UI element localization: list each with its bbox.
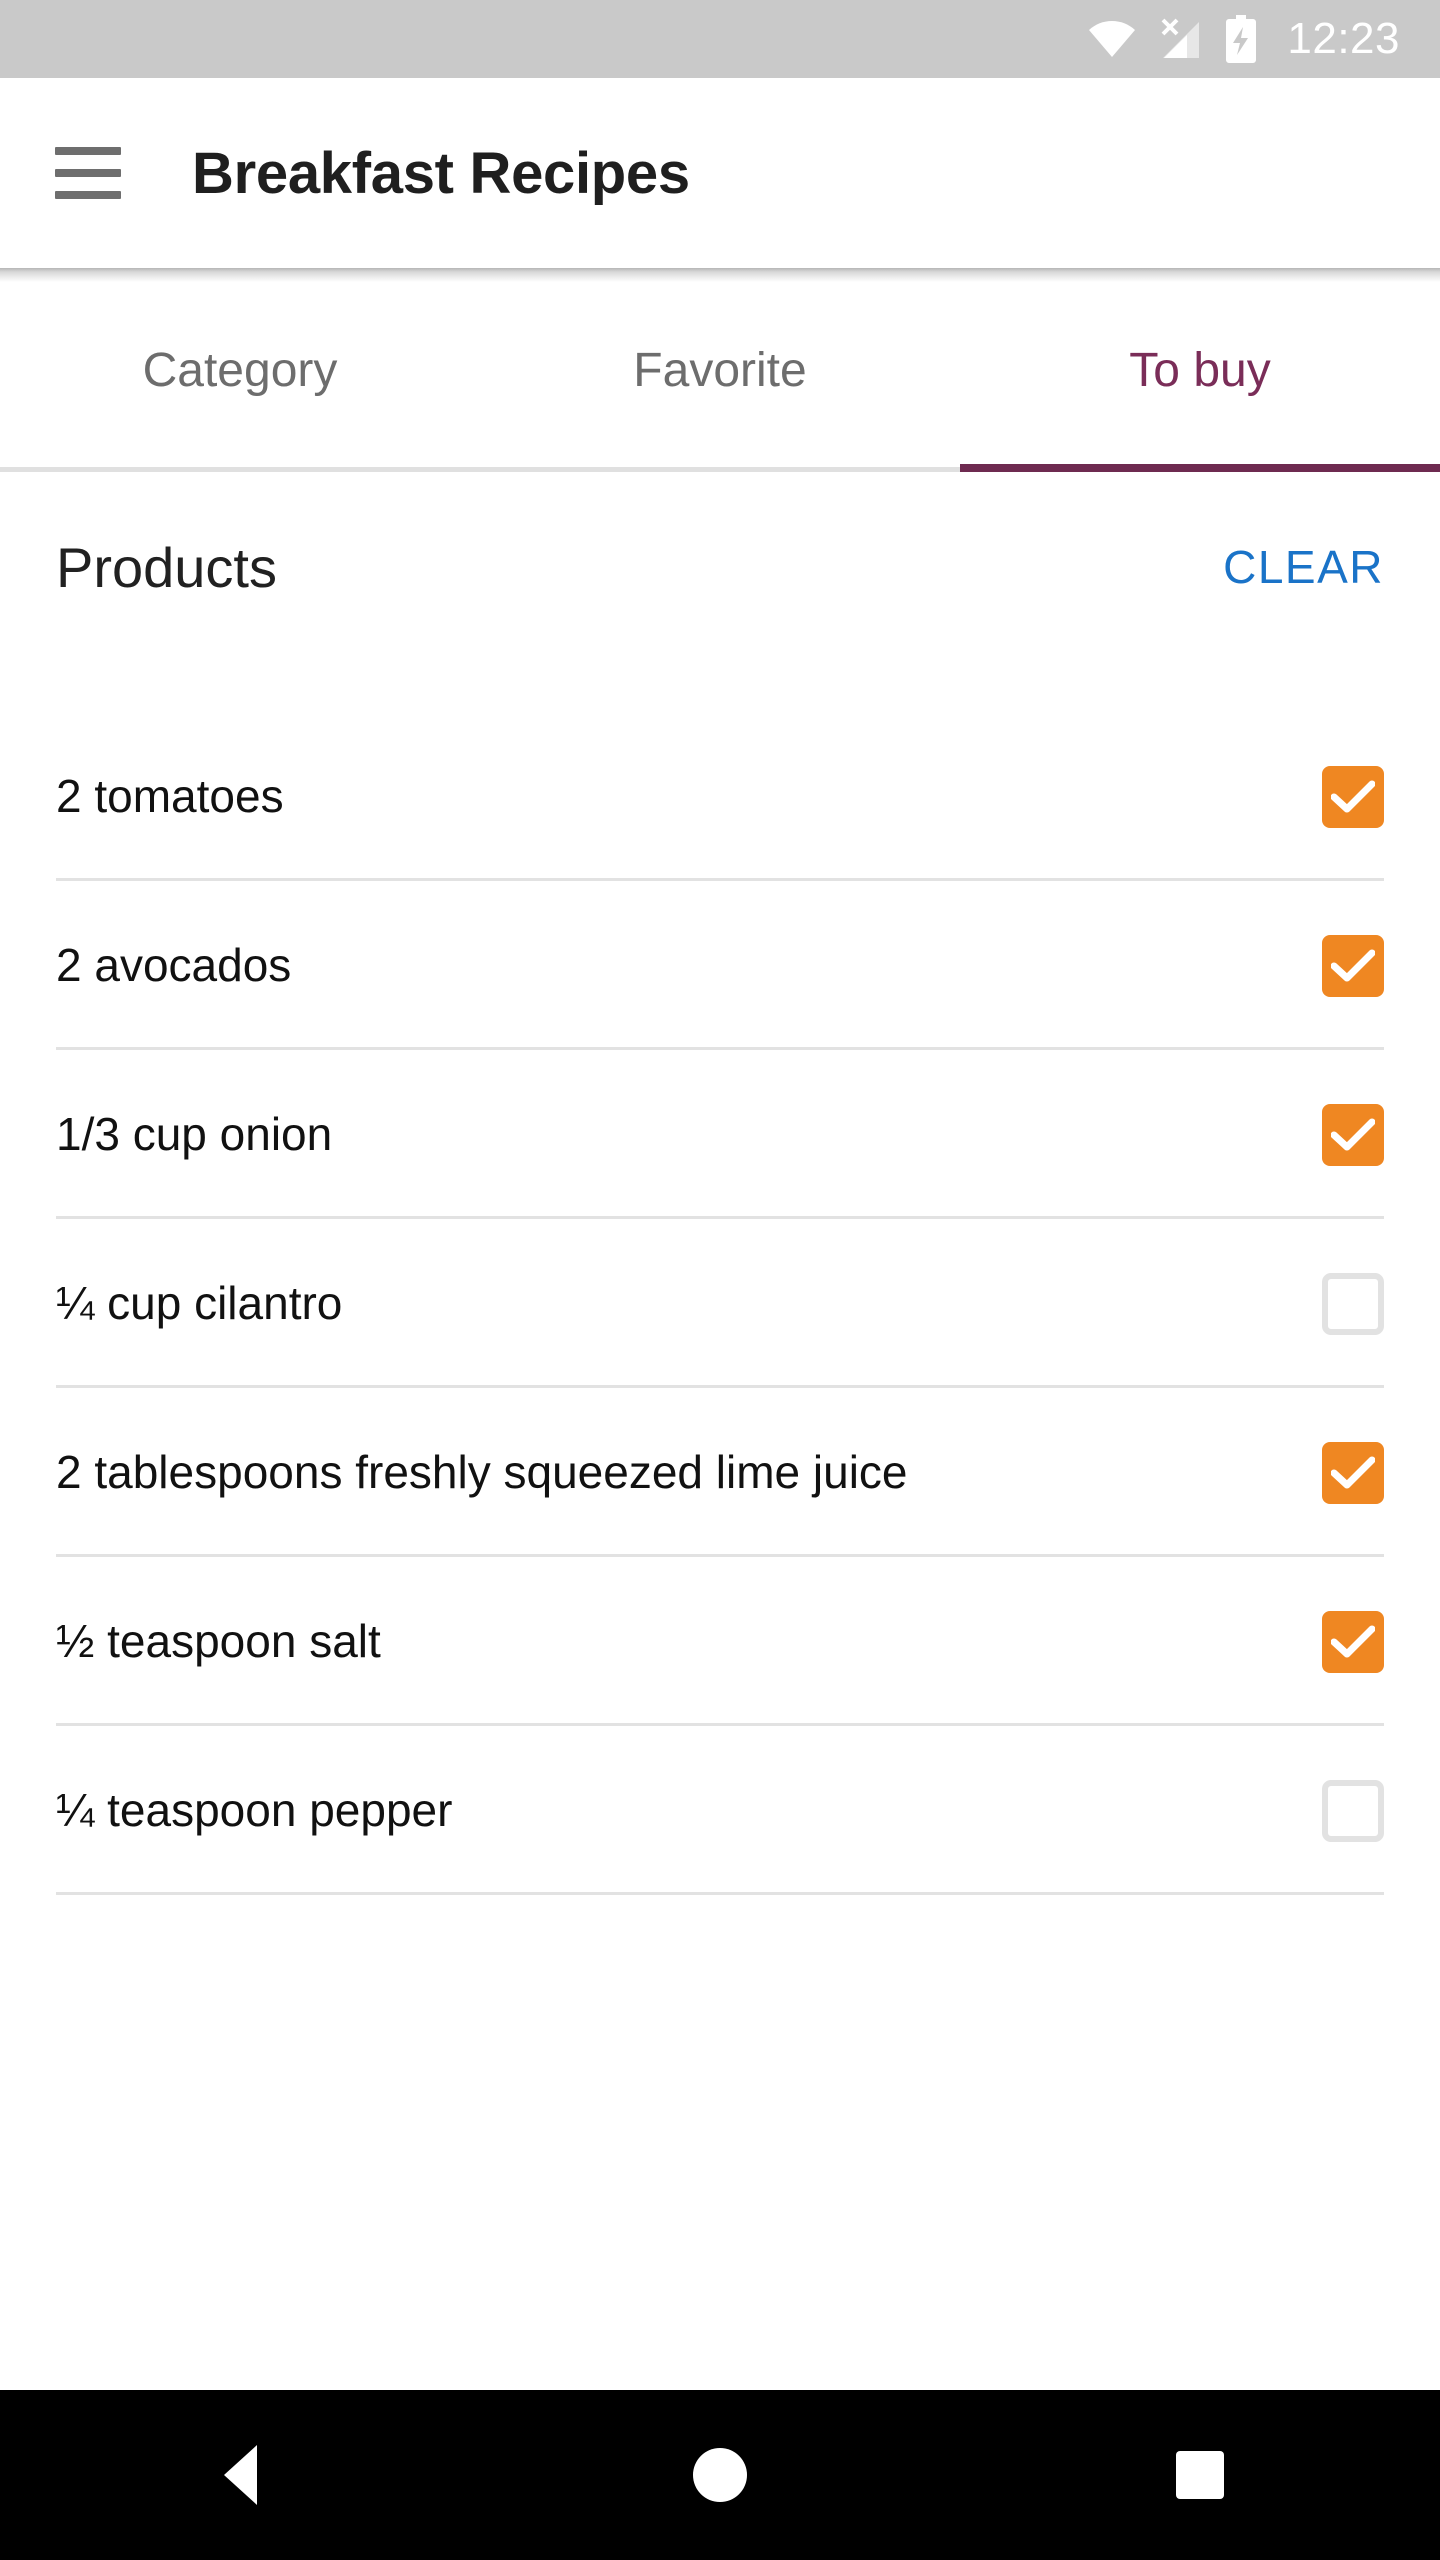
home-button[interactable] — [640, 2390, 800, 2560]
menu-line-middle — [55, 169, 121, 177]
checkbox-checked[interactable] — [1322, 934, 1384, 997]
back-triangle-icon — [223, 2445, 257, 2505]
product-list: 2 tomatoes 2 avocados 1/3 cup onion ¼ cup c… — [0, 712, 1440, 1895]
android-navigation-bar — [0, 2390, 1440, 2560]
checkbox-checked[interactable] — [1322, 1610, 1384, 1673]
checkmark-icon — [1331, 780, 1375, 812]
checkmark-icon — [1331, 949, 1375, 981]
home-circle-icon — [693, 2448, 747, 2502]
tab-category[interactable]: Category — [0, 282, 480, 472]
checkbox-unchecked[interactable] — [1322, 1779, 1384, 1842]
product-label: 2 avocados — [56, 939, 292, 992]
recents-button[interactable] — [1120, 2390, 1280, 2560]
page-title: Breakfast Recipes — [192, 140, 690, 206]
hamburger-menu-icon[interactable] — [40, 125, 136, 221]
tab-bar: Category Favorite To buy — [0, 282, 1440, 472]
menu-line-bottom — [55, 191, 121, 199]
product-row[interactable]: 2 avocados — [0, 881, 1440, 1050]
clear-button[interactable]: CLEAR — [1223, 540, 1384, 594]
checkmark-icon — [1331, 1118, 1375, 1150]
status-bar-time: 12:23 — [1287, 14, 1400, 63]
checkbox-checked[interactable] — [1322, 765, 1384, 828]
product-label: ¼ cup cilantro — [56, 1277, 343, 1330]
product-label: 2 tomatoes — [56, 770, 284, 823]
checkbox-unchecked[interactable] — [1322, 1272, 1384, 1335]
product-label: ¼ teaspoon pepper — [56, 1784, 453, 1837]
back-button[interactable] — [160, 2390, 320, 2560]
product-row[interactable]: ¼ teaspoon pepper — [0, 1726, 1440, 1895]
app-screen: 12:23 Breakfast Recipes Category Favorit… — [0, 0, 1440, 2560]
product-row[interactable]: 2 tablespoons freshly squeezed lime juic… — [0, 1388, 1440, 1557]
products-section-header: Products CLEAR — [0, 472, 1440, 662]
cellular-no-sim-icon — [1157, 18, 1203, 60]
product-row[interactable]: 1/3 cup onion — [0, 1050, 1440, 1219]
app-bar-divider — [0, 268, 1440, 282]
product-row[interactable]: ½ teaspoon salt — [0, 1557, 1440, 1726]
wifi-icon — [1089, 21, 1136, 57]
menu-line-top — [55, 147, 121, 155]
product-label: 1/3 cup onion — [56, 1108, 333, 1161]
checkbox-checked[interactable] — [1322, 1103, 1384, 1166]
status-bar: 12:23 — [0, 0, 1440, 78]
tab-favorite[interactable]: Favorite — [480, 282, 960, 472]
product-row[interactable]: ¼ cup cilantro — [0, 1219, 1440, 1388]
row-divider — [56, 1892, 1384, 1895]
checkmark-icon — [1331, 1625, 1375, 1657]
checkbox-checked[interactable] — [1322, 1441, 1384, 1504]
app-bar: Breakfast Recipes — [0, 78, 1440, 268]
product-row[interactable]: 2 tomatoes — [0, 712, 1440, 881]
recents-square-icon — [1176, 2451, 1224, 2499]
section-title: Products — [56, 535, 277, 599]
tab-to-buy[interactable]: To buy — [960, 282, 1440, 472]
product-label: 2 tablespoons freshly squeezed lime juic… — [56, 1446, 908, 1499]
battery-charging-icon — [1225, 15, 1257, 63]
checkmark-icon — [1331, 1456, 1375, 1488]
product-label: ½ teaspoon salt — [56, 1615, 381, 1668]
tab-active-indicator — [960, 464, 1440, 472]
